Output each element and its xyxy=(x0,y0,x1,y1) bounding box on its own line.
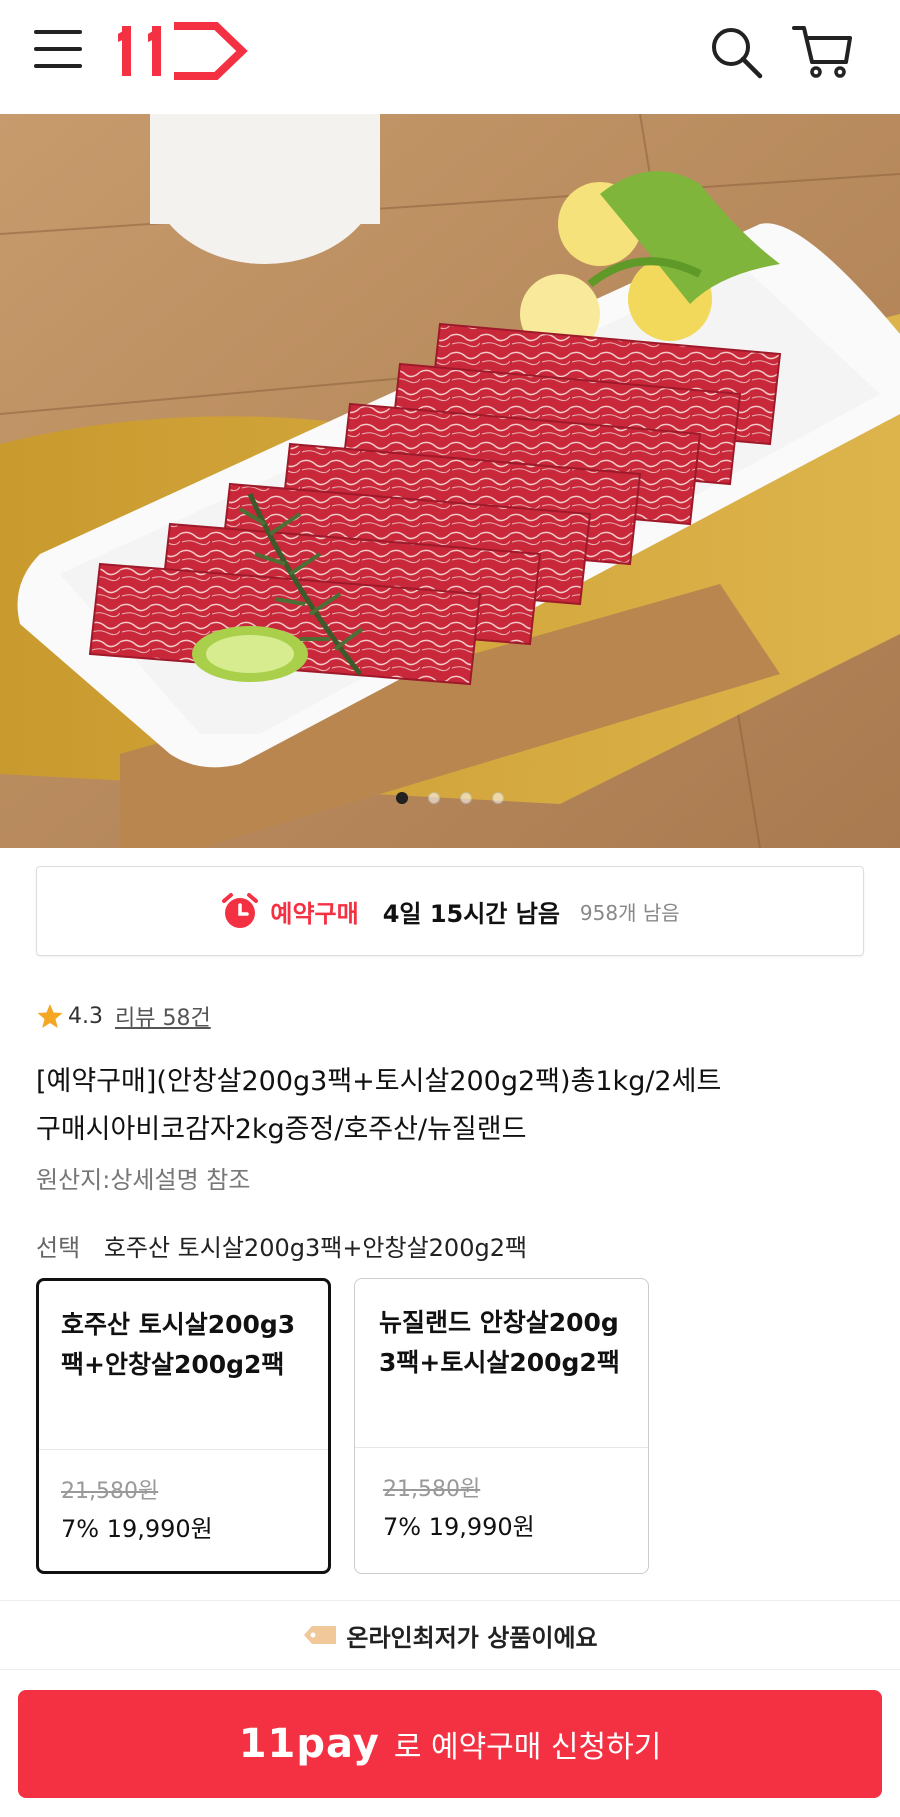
price-tag-icon xyxy=(304,1626,337,1644)
option-sale-price: 7% 19,990원 xyxy=(383,1513,535,1541)
product-photo xyxy=(0,114,900,848)
selection-label: 선택 xyxy=(36,1234,81,1262)
selection-value: 호주산 토시살200g3팩+안창살200g2팩 xyxy=(103,1234,528,1262)
cart-icon[interactable] xyxy=(792,20,854,82)
lowest-price-text: 온라인최저가 상품이에요 xyxy=(346,1623,598,1652)
option-divider xyxy=(355,1447,648,1448)
alarm-clock-icon xyxy=(222,893,259,928)
product-title-line: 구매시아비코감자2kg증정/호주산/뉴질랜드 xyxy=(36,1114,527,1145)
carousel-dot[interactable] xyxy=(396,792,408,804)
product-image-carousel[interactable] xyxy=(0,114,900,848)
reserve-purchase-label: 로 예약구매 신청하기 xyxy=(393,1730,662,1765)
rating-score: 4.3 xyxy=(68,1003,103,1029)
hamburger-menu-icon[interactable] xyxy=(34,30,82,72)
carousel-dot[interactable] xyxy=(428,792,440,804)
search-icon[interactable] xyxy=(708,24,764,80)
app-header xyxy=(0,0,900,114)
lowest-price-notice: 온라인최저가 상품이에요 xyxy=(0,1600,900,1670)
review-count-link[interactable]: 리뷰 58건 xyxy=(115,1000,211,1032)
option-sale-price: 7% 19,990원 xyxy=(61,1515,213,1543)
product-title: [예약구매](안창살200g3팩+토시살200g2팩)총1kg/2세트 구매시아… xyxy=(36,1058,876,1154)
option-name: 호주산 토시살200g3팩+안창살200g2팩 xyxy=(61,1310,296,1379)
product-title-line: [예약구매](안창살200g3팩+토시살200g2팩)총1kg/2세트 xyxy=(36,1066,722,1097)
option-card-australia[interactable]: 호주산 토시살200g3팩+안창살200g2팩 21,580원 7% 19,99… xyxy=(36,1278,331,1574)
reservation-stock-left: 958개 남음 xyxy=(579,900,680,925)
carousel-dot[interactable] xyxy=(492,792,504,804)
product-rating: 4.3 리뷰 58건 xyxy=(36,998,211,1034)
star-icon xyxy=(37,1004,63,1028)
product-origin: 원산지:상세설명 참조 xyxy=(36,1166,251,1194)
option-name: 뉴질랜드 안창살200g3팩+토시살200g2팩 xyxy=(379,1308,620,1377)
carousel-dot[interactable] xyxy=(460,792,472,804)
reservation-countdown-banner: 예약구매 4일 15시간 남음 958개 남음 xyxy=(36,866,864,956)
selected-option-summary: 선택 호주산 토시살200g3팩+안창살200g2팩 xyxy=(36,1228,527,1263)
reserve-purchase-button[interactable]: 11pay 로 예약구매 신청하기 xyxy=(18,1690,882,1798)
option-original-price: 21,580원 xyxy=(61,1479,159,1504)
option-divider xyxy=(39,1449,328,1450)
eleven-pay-label: 11pay xyxy=(238,1721,380,1767)
option-original-price: 21,580원 xyxy=(383,1477,481,1502)
eleven-street-logo[interactable] xyxy=(118,20,248,80)
reservation-label: 예약구매 xyxy=(270,899,359,928)
option-card-new-zealand[interactable]: 뉴질랜드 안창살200g3팩+토시살200g2팩 21,580원 7% 19,9… xyxy=(354,1278,649,1574)
reservation-time-left: 4일 15시간 남음 xyxy=(382,899,560,928)
carousel-indicator xyxy=(0,792,900,804)
